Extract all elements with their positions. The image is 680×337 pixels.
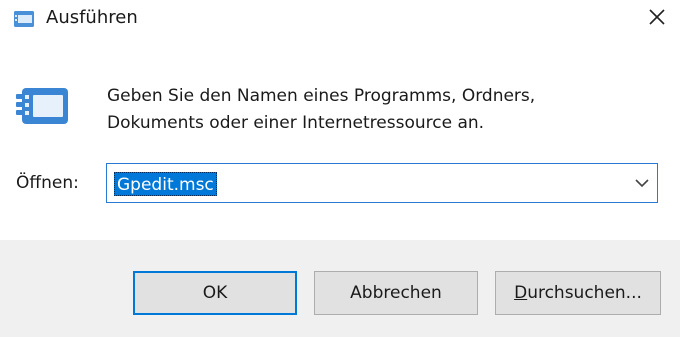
close-button[interactable] — [634, 0, 680, 38]
open-combobox[interactable]: Gpedit.msc — [106, 163, 658, 203]
window-title: Ausführen — [46, 7, 138, 28]
browse-button-mnemonic: D — [514, 283, 528, 303]
run-dialog-icon — [12, 10, 36, 28]
cancel-button[interactable]: Abbrechen — [314, 271, 478, 315]
description-text: Geben Sie den Namen eines Programms, Ord… — [107, 83, 647, 137]
run-dialog: Ausführen Geben Sie den Namen eines Prog… — [0, 0, 680, 337]
cancel-button-label: Abbrechen — [350, 283, 442, 303]
ok-button[interactable]: OK — [133, 271, 297, 315]
description-line-1: Geben Sie den Namen eines Programms, Ord… — [107, 86, 536, 106]
open-label: Öffnen: — [16, 173, 79, 193]
run-program-icon — [14, 84, 72, 128]
browse-button[interactable]: Durchsuchen... — [495, 271, 661, 315]
chevron-down-icon[interactable] — [633, 174, 651, 192]
description-line-2: Dokuments oder einer Internetressource a… — [107, 113, 485, 133]
browse-button-label: urchsuchen... — [527, 283, 642, 303]
title-bar: Ausführen — [0, 0, 680, 38]
ok-button-label: OK — [202, 283, 228, 303]
open-input[interactable]: Gpedit.msc — [114, 172, 217, 196]
close-icon — [648, 8, 666, 30]
